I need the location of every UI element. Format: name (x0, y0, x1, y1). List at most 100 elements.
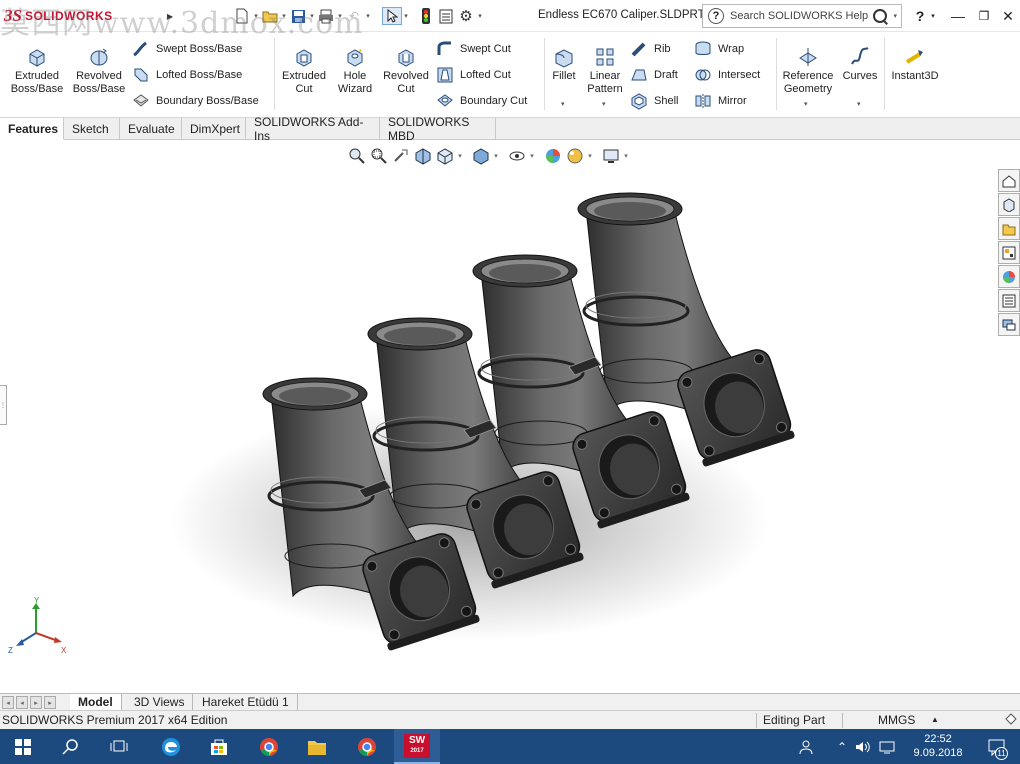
tab-3d-views[interactable]: 3D Views (126, 694, 194, 710)
select-dropdown-icon[interactable]: ▾ (402, 7, 410, 25)
edit-appearance-icon[interactable] (542, 145, 564, 167)
system-clock[interactable]: 22:52 9.09.2018 (906, 732, 970, 760)
options-gear-icon[interactable]: ⚙ (456, 7, 476, 25)
prev-tab-arrow-icon[interactable]: ◂ (16, 696, 28, 709)
rebuild-icon[interactable] (416, 7, 436, 25)
curves-dropdown-icon[interactable]: ▾ (857, 100, 861, 108)
instant3d-button[interactable]: Instant3D (888, 46, 942, 83)
tab-sketch[interactable]: Sketch (64, 118, 120, 140)
store-button[interactable] (196, 729, 242, 764)
minimize-icon[interactable]: — (946, 6, 970, 26)
hide-show-items-icon[interactable] (506, 145, 528, 167)
fillet-dropdown-icon[interactable]: ▾ (561, 100, 565, 108)
search-dropdown-icon[interactable]: ▾ (893, 12, 897, 20)
swept-cut-button[interactable]: Swept Cut (436, 38, 511, 60)
curves-button[interactable]: Curves (840, 46, 880, 83)
chrome-button[interactable] (246, 729, 292, 764)
start-button[interactable] (0, 729, 46, 764)
edge-browser-button[interactable] (148, 729, 194, 764)
lofted-cut-button[interactable]: Lofted Cut (436, 64, 511, 86)
display-style-icon[interactable] (470, 145, 492, 167)
forum-icon[interactable] (998, 313, 1020, 336)
options-dropdown-icon[interactable]: ▾ (476, 7, 484, 25)
solidworks-taskbar-button[interactable]: SW 2017 (394, 729, 440, 764)
file-explorer-button[interactable] (294, 729, 340, 764)
tab-solidworks-add-ins[interactable]: SOLIDWORKS Add-Ins (246, 115, 380, 143)
zoom-to-fit-icon[interactable] (346, 145, 368, 167)
fillet-button[interactable]: Fillet (548, 46, 580, 83)
rib-button[interactable]: Rib (630, 38, 671, 60)
mirror-button[interactable]: Mirror (694, 90, 747, 112)
linear-pattern-dropdown-icon[interactable]: ▾ (602, 100, 606, 108)
view-orientation-icon[interactable] (434, 145, 456, 167)
next-tab-arrow-icon[interactable]: ▸ (30, 696, 42, 709)
revolved-boss-button[interactable]: Revolved Boss/Base (70, 46, 128, 96)
zoom-to-area-icon[interactable] (368, 145, 390, 167)
view-palette-icon[interactable] (998, 241, 1020, 264)
tab-solidworks-mbd[interactable]: SOLIDWORKS MBD (380, 115, 496, 143)
action-center-button[interactable]: 11 (974, 729, 1020, 764)
scene-dropdown-icon[interactable]: ▾ (586, 152, 594, 160)
first-tab-arrow-icon[interactable]: ◂ (2, 696, 14, 709)
units-selector[interactable]: MMGS (878, 713, 915, 727)
linear-pattern-button[interactable]: Linear Pattern (584, 46, 626, 96)
new-document-icon[interactable] (232, 7, 252, 25)
units-dropdown-icon[interactable]: ▲ (931, 715, 939, 724)
swept-boss-button[interactable]: Swept Boss/Base (132, 38, 242, 60)
appearances-icon[interactable] (998, 265, 1020, 288)
draft-button[interactable]: Draft (630, 64, 678, 86)
revolved-cut-button[interactable]: Revolved Cut (380, 46, 432, 96)
reference-geometry-dropdown-icon[interactable]: ▾ (804, 100, 808, 108)
apply-scene-icon[interactable] (564, 145, 586, 167)
search-taskbar-button[interactable] (48, 729, 94, 764)
reference-triad[interactable]: Y X Z (6, 597, 70, 661)
task-view-button[interactable] (96, 729, 142, 764)
rebuild-status-icon[interactable] (1004, 712, 1018, 729)
print-icon[interactable] (316, 7, 336, 25)
custom-properties-icon[interactable] (998, 289, 1020, 312)
open-dropdown-icon[interactable]: ▾ (280, 7, 288, 25)
open-document-icon[interactable] (260, 7, 280, 25)
intake-manifold-model[interactable] (0, 141, 1020, 693)
solidworks-resources-icon[interactable] (998, 169, 1020, 192)
save-icon[interactable] (288, 7, 308, 25)
save-dropdown-icon[interactable]: ▾ (308, 7, 316, 25)
display-style-dropdown-icon[interactable]: ▾ (492, 152, 500, 160)
undo-dropdown-icon[interactable]: ▾ (364, 7, 372, 25)
boundary-cut-button[interactable]: Boundary Cut (436, 90, 527, 112)
tab-dimxpert[interactable]: DimXpert (182, 118, 246, 140)
lofted-boss-button[interactable]: Lofted Boss/Base (132, 64, 242, 86)
tab-model[interactable]: Model (70, 694, 122, 710)
intersect-button[interactable]: Intersect (694, 64, 760, 86)
show-hidden-icons-button[interactable]: ⌃ (832, 729, 852, 764)
tab-motion-study[interactable]: Hareket Etüdü 1 (194, 694, 298, 710)
feature-manager-expand-handle[interactable]: ⋮ (0, 385, 7, 425)
search-icon[interactable] (871, 7, 889, 25)
view-settings-icon[interactable] (600, 145, 622, 167)
solidworks-logo[interactable]: 3S SOLIDWORKS (4, 4, 113, 28)
undo-icon[interactable]: ↶ (344, 7, 364, 25)
tab-evaluate[interactable]: Evaluate (120, 118, 182, 140)
reference-geometry-button[interactable]: Reference Geometry (780, 46, 836, 96)
print-dropdown-icon[interactable]: ▾ (336, 7, 344, 25)
file-explorer-icon[interactable] (998, 217, 1020, 240)
boundary-boss-button[interactable]: Boundary Boss/Base (132, 90, 259, 112)
last-tab-arrow-icon[interactable]: ▸ (44, 696, 56, 709)
help-dropdown-icon[interactable]: ▾ (926, 6, 940, 26)
volume-button[interactable] (852, 729, 874, 764)
people-button[interactable] (790, 729, 826, 764)
hide-show-dropdown-icon[interactable]: ▾ (528, 152, 536, 160)
file-properties-icon[interactable] (436, 7, 456, 25)
new-dropdown-icon[interactable]: ▾ (252, 7, 260, 25)
network-button[interactable] (876, 729, 898, 764)
menu-expand-icon[interactable]: ▸ (160, 7, 180, 25)
hole-wizard-button[interactable]: Hole Wizard (332, 46, 378, 96)
section-view-icon[interactable] (412, 145, 434, 167)
previous-view-icon[interactable] (390, 145, 412, 167)
graphics-area[interactable]: ▾ ▾ ▾ ▾ ▾ ◧ ◨ — ❐ ✕ (0, 141, 1020, 693)
view-orientation-dropdown-icon[interactable]: ▾ (456, 152, 464, 160)
close-icon[interactable]: ✕ (996, 6, 1020, 26)
restore-icon[interactable]: ❐ (972, 6, 996, 26)
extruded-cut-button[interactable]: Extruded Cut (280, 46, 328, 96)
tab-features[interactable]: Features (0, 118, 64, 140)
